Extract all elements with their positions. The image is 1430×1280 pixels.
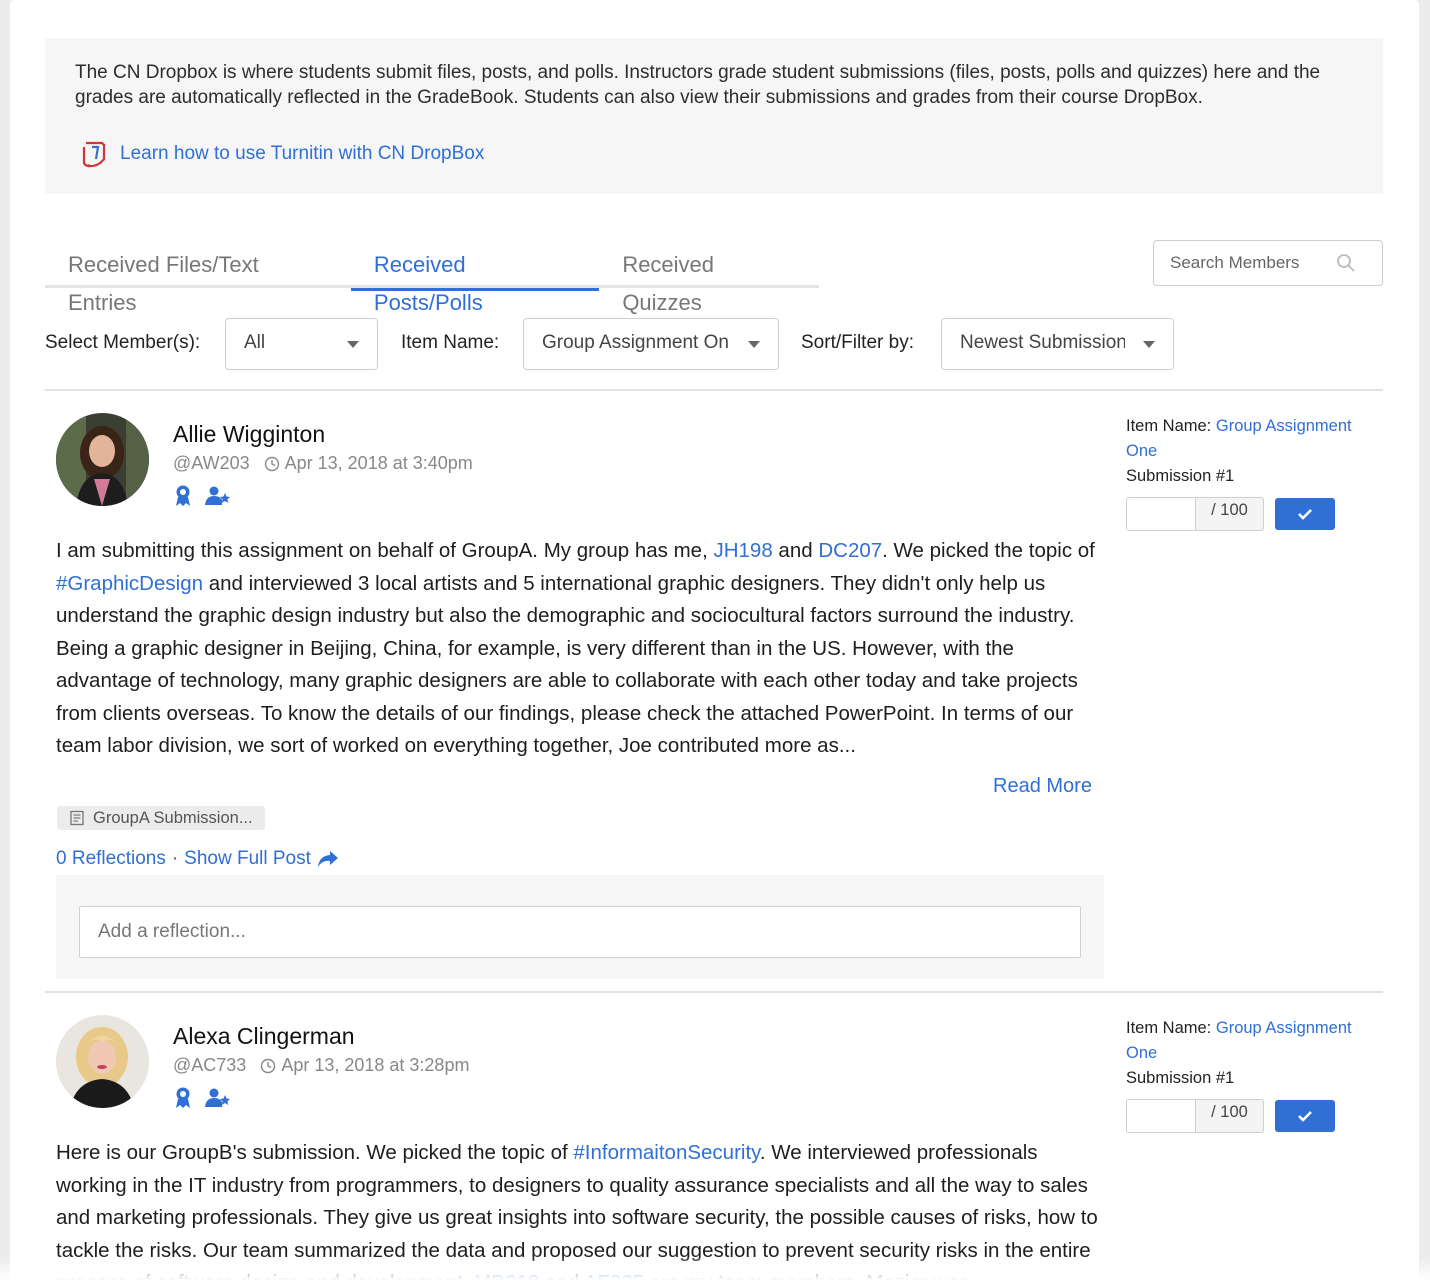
post-text: . We picked the topic of	[882, 539, 1095, 562]
mention-link[interactable]: #InformaitonSecurity	[573, 1141, 759, 1164]
post-body: I am submitting this assignment on behal…	[56, 535, 1101, 763]
divider	[45, 389, 1383, 391]
item-name: Item Name: Group Assignment One	[1126, 414, 1376, 464]
check-icon	[1298, 509, 1312, 520]
post-text: I am submitting this assignment on behal…	[56, 539, 714, 562]
chevron-down-icon	[748, 341, 760, 348]
dropbox-panel: The CN Dropbox is where students submit …	[10, 0, 1419, 1280]
grade-entry: / 100	[1126, 1099, 1376, 1133]
item-filter-label: Item Name:	[401, 332, 500, 353]
document-icon	[70, 810, 84, 826]
mention-link[interactable]: #GraphicDesign	[56, 572, 203, 595]
timestamp: Apr 13, 2018 at 3:40pm	[264, 453, 473, 474]
post-text: and	[772, 539, 819, 562]
info-box: The CN Dropbox is where students submit …	[45, 38, 1383, 194]
chevron-down-icon	[347, 341, 359, 348]
tab-received-posts[interactable]: Received Posts/Polls	[350, 246, 600, 315]
search-members	[1153, 240, 1383, 286]
item-select[interactable]: Group Assignment One	[523, 318, 779, 370]
post-meta: @AW203 Apr 13, 2018 at 3:40pm	[173, 453, 473, 474]
item-name: Item Name: Group Assignment One	[1126, 1016, 1376, 1066]
author-handle: @AC733	[173, 1055, 247, 1075]
award-icon	[176, 485, 190, 506]
grade-panel: Item Name: Group Assignment One Submissi…	[1126, 414, 1376, 531]
grade-input[interactable]	[1126, 1099, 1196, 1133]
grade-panel: Item Name: Group Assignment One Submissi…	[1126, 1016, 1376, 1133]
filter-bar: Select Member(s): All Item Name: Group A…	[45, 318, 1205, 370]
sort-select[interactable]: Newest Submission	[941, 318, 1174, 370]
author-name[interactable]: Alexa Clingerman	[173, 1023, 355, 1050]
chevron-down-icon	[1143, 341, 1155, 348]
search-icon[interactable]	[1336, 253, 1356, 273]
divider	[45, 991, 1383, 993]
attachment-name: GroupA Submission...	[93, 808, 253, 827]
submission-number: Submission #1	[1126, 467, 1235, 485]
mention-link[interactable]: DC207	[818, 539, 882, 562]
show-full-post-link[interactable]: Show Full Post	[184, 848, 311, 870]
grade-max: / 100	[1195, 497, 1264, 531]
author-name[interactable]: Allie Wigginton	[173, 421, 325, 448]
submit-grade-button[interactable]	[1275, 1100, 1335, 1132]
post-meta: @AC733 Apr 13, 2018 at 3:28pm	[173, 1055, 469, 1076]
scroll-fade	[0, 1256, 1430, 1280]
group-user-icon	[205, 486, 230, 505]
post-item: Alexa Clingerman @AC733 Apr 13, 2018 at …	[45, 1015, 1383, 1280]
timestamp-text: Apr 13, 2018 at 3:28pm	[281, 1055, 470, 1075]
separator: ·	[171, 848, 179, 869]
post-actions: 0 Reflections · Show Full Post	[56, 848, 339, 870]
post-text: Here is our GroupB's submission. We pick…	[56, 1141, 574, 1164]
award-icon	[176, 1087, 190, 1108]
group-user-icon	[205, 1088, 230, 1107]
avatar[interactable]	[56, 413, 149, 506]
post-text: and interviewed 3 local artists and 5 in…	[56, 571, 1078, 758]
grade-entry: / 100	[1126, 497, 1376, 531]
tab-bar: Received Files/Text Entries Received Pos…	[45, 246, 819, 315]
member-select-value: All	[244, 332, 266, 353]
sort-select-value: Newest Submission	[960, 332, 1127, 353]
turnitin-link-text[interactable]: Learn how to use Turnitin with CN DropBo…	[120, 143, 484, 165]
reflection-input[interactable]	[79, 906, 1081, 958]
member-select[interactable]: All	[225, 318, 378, 370]
grade-max: / 100	[1195, 1099, 1264, 1133]
check-icon	[1298, 1111, 1312, 1122]
badges	[175, 485, 231, 507]
member-filter-label: Select Member(s):	[45, 332, 201, 353]
item-select-value: Group Assignment One	[542, 332, 740, 353]
submission-number: Submission #1	[1126, 1069, 1235, 1087]
item-name-label: Item Name:	[1126, 417, 1212, 435]
search-input[interactable]	[1170, 253, 1330, 273]
clock-icon	[264, 456, 279, 471]
mention-link[interactable]: JH198	[713, 539, 772, 562]
read-more-link[interactable]: Read More	[993, 775, 1092, 798]
grade-input[interactable]	[1126, 497, 1196, 531]
item-name-label: Item Name:	[1126, 1019, 1212, 1037]
attachment-chip[interactable]: GroupA Submission...	[57, 806, 265, 830]
post-item: Allie Wigginton @AW203 Apr 13, 2018 at 3…	[45, 413, 1383, 979]
reflections-count-link[interactable]: 0 Reflections	[56, 848, 166, 870]
turnitin-icon	[82, 141, 106, 168]
share-arrow-icon[interactable]	[317, 850, 339, 868]
timestamp: Apr 13, 2018 at 3:28pm	[260, 1055, 469, 1076]
avatar[interactable]	[56, 1015, 149, 1108]
reflection-area	[56, 875, 1104, 979]
info-text: The CN Dropbox is where students submit …	[75, 62, 1321, 108]
badges	[175, 1087, 231, 1109]
turnitin-link[interactable]: Learn how to use Turnitin with CN DropBo…	[78, 137, 484, 171]
author-handle: @AW203	[173, 453, 250, 473]
timestamp-text: Apr 13, 2018 at 3:40pm	[284, 453, 473, 473]
tab-received-files[interactable]: Received Files/Text Entries	[45, 246, 351, 315]
clock-icon	[261, 1058, 276, 1073]
tab-received-quizzes[interactable]: Received Quizzes	[599, 246, 819, 315]
sort-filter-label: Sort/Filter by:	[801, 332, 914, 353]
submit-grade-button[interactable]	[1275, 498, 1335, 530]
